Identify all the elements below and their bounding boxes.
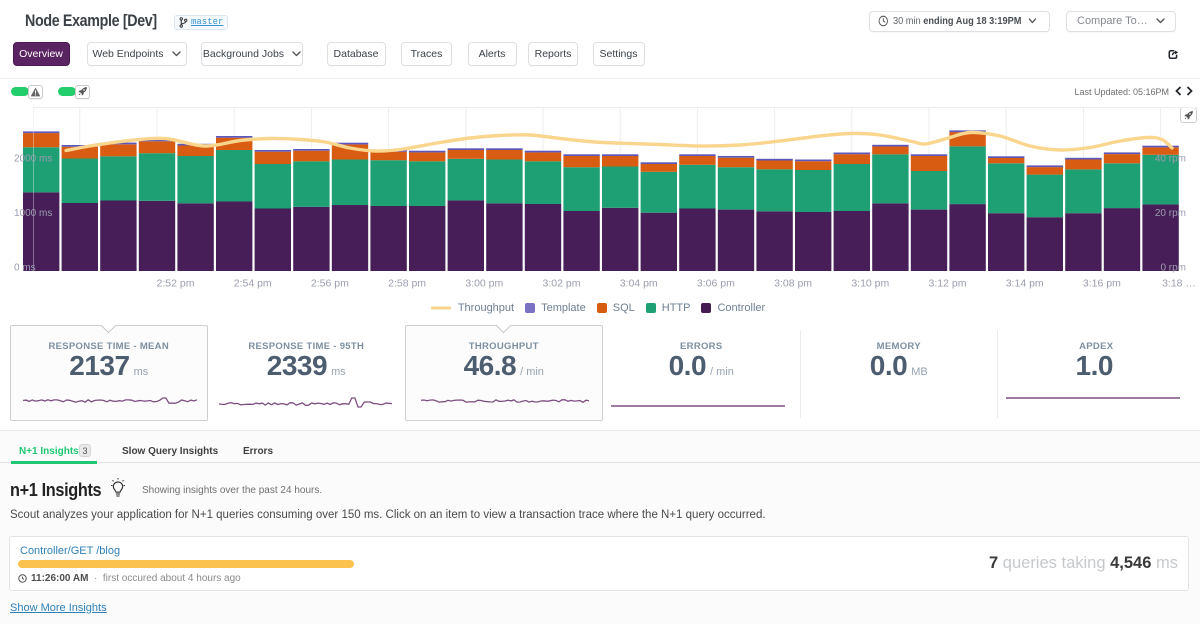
svg-text:40 rpm: 40 rpm <box>1155 154 1186 165</box>
svg-text:2:56 pm: 2:56 pm <box>311 278 349 290</box>
svg-text:3:14 pm: 3:14 pm <box>1006 278 1044 290</box>
svg-text:2000 ms: 2000 ms <box>14 154 52 165</box>
svg-text:3:00 pm: 3:00 pm <box>465 278 503 290</box>
svg-text:3:12 pm: 3:12 pm <box>929 278 967 290</box>
svg-text:3:18 …: 3:18 … <box>1162 278 1196 290</box>
svg-text:2:54 pm: 2:54 pm <box>234 278 272 290</box>
svg-text:3:04 pm: 3:04 pm <box>620 278 658 290</box>
svg-text:2:58 pm: 2:58 pm <box>388 278 426 290</box>
svg-text:2:52 pm: 2:52 pm <box>157 278 195 290</box>
svg-text:0 ms: 0 ms <box>14 263 36 274</box>
svg-text:3:02 pm: 3:02 pm <box>543 278 581 290</box>
svg-text:0 rpm: 0 rpm <box>1160 263 1186 274</box>
svg-text:3:16 pm: 3:16 pm <box>1083 278 1121 290</box>
svg-text:3:06 pm: 3:06 pm <box>697 278 735 290</box>
svg-text:3:08 pm: 3:08 pm <box>774 278 812 290</box>
svg-text:20 rpm: 20 rpm <box>1155 208 1186 219</box>
svg-text:3:10 pm: 3:10 pm <box>851 278 889 290</box>
svg-text:1000 ms: 1000 ms <box>14 208 52 219</box>
